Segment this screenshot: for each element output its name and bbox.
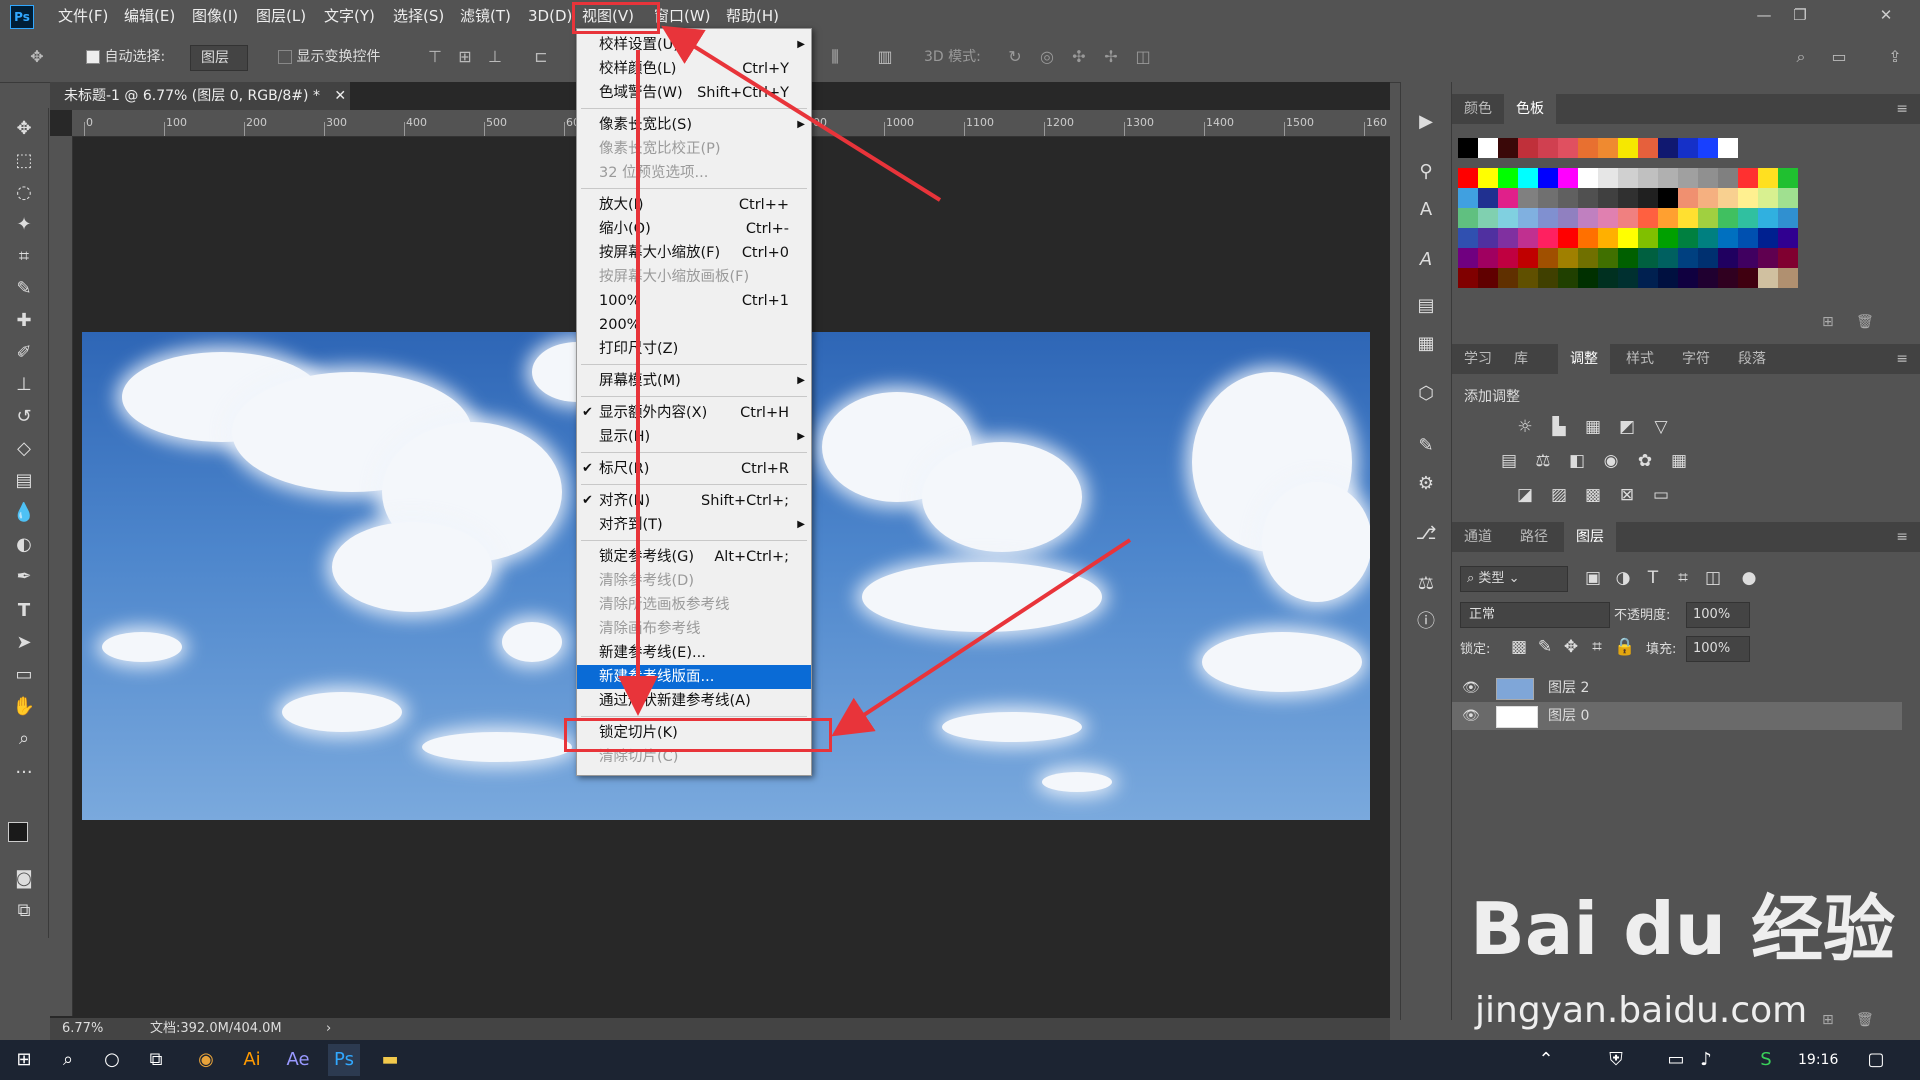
windows-taskbar: ⊞ ⌕ ○ ⧉ ◉ Ai Ae Ps ▬ ⌃ ⛨ ▭ ♪ S 19:16 ▢ (0, 1040, 1920, 1080)
task-view-icon[interactable]: ⧉ (140, 1044, 172, 1076)
tray-up-icon[interactable]: ⌃ (1530, 1044, 1562, 1076)
tray-shield-icon[interactable]: ⛨ (1600, 1044, 1632, 1076)
photoshop-taskbar-icon[interactable]: Ps (328, 1044, 360, 1076)
tray-app-icon[interactable]: S (1750, 1044, 1782, 1076)
chrome-icon[interactable]: ◉ (190, 1044, 222, 1076)
clock[interactable]: 19:16 (1798, 1040, 1838, 1080)
notification-icon[interactable]: ▢ (1860, 1044, 1892, 1076)
illustrator-icon[interactable]: Ai (236, 1044, 268, 1076)
taskbar-search-icon[interactable]: ⌕ (52, 1044, 84, 1076)
windows-start-icon[interactable]: ⊞ (8, 1044, 40, 1076)
network-icon[interactable]: ▭ (1660, 1044, 1692, 1076)
volume-icon[interactable]: ♪ (1690, 1044, 1722, 1076)
after-effects-icon[interactable]: Ae (282, 1044, 314, 1076)
file-explorer-icon[interactable]: ▬ (374, 1044, 406, 1076)
cortana-icon[interactable]: ○ (96, 1044, 128, 1076)
baidu-watermark: Bai du 经验 (1470, 887, 1896, 971)
baidu-watermark-url: jingyan.baidu.com (1475, 990, 1808, 1031)
